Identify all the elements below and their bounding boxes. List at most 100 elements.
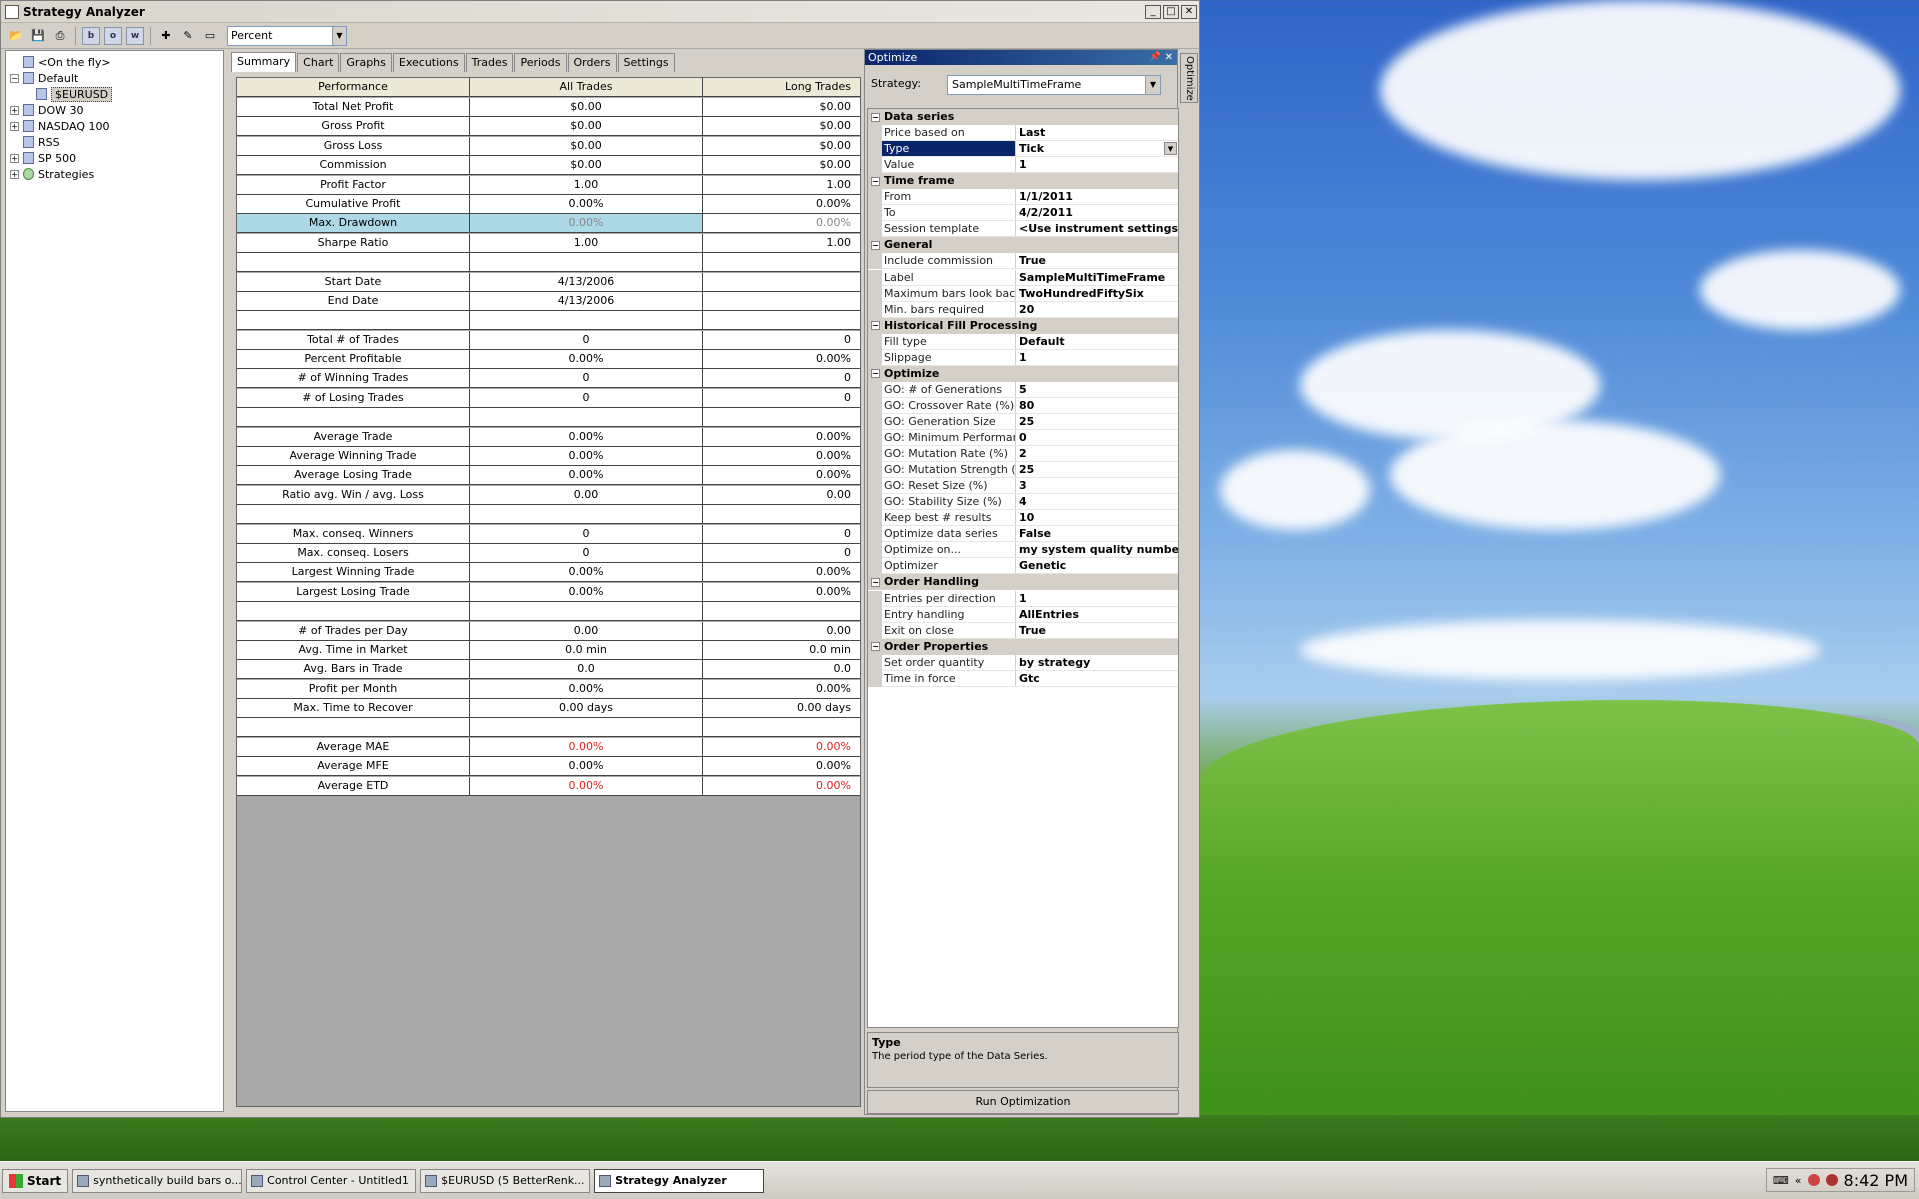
table-row[interactable]: Total Net Profit $0.00 $0.00 — [237, 98, 860, 117]
table-row[interactable]: Commission $0.00 $0.00 — [237, 156, 860, 176]
collapse-icon[interactable]: − — [871, 369, 880, 379]
property-row[interactable]: Exit on close True — [868, 622, 1178, 639]
table-row[interactable]: Average MAE 0.00% 0.00% — [237, 737, 860, 757]
tree-node[interactable]: RSS — [10, 134, 60, 150]
chevron-down-icon[interactable]: ▼ — [332, 26, 346, 45]
table-row[interactable]: Avg. Time in Market 0.0 min 0.0 min — [237, 640, 860, 660]
taskbar-button[interactable]: synthetically build bars o... — [72, 1168, 243, 1193]
tab-graphs[interactable]: Graphs — [340, 53, 392, 72]
run-optimization-button[interactable]: Run Optimization — [867, 1090, 1179, 1114]
property-value[interactable]: Tick ▼ — [1016, 141, 1178, 156]
property-row[interactable]: Keep best # results 10 — [868, 510, 1178, 527]
table-row[interactable] — [237, 311, 860, 331]
tree-node[interactable]: <On the fly> — [10, 54, 111, 70]
chevron-left-icon[interactable]: « — [1795, 1174, 1802, 1187]
collapse-icon[interactable]: − — [871, 240, 880, 250]
property-value[interactable]: 4/2/2011 — [1016, 205, 1178, 220]
property-row[interactable]: Optimize data series False — [868, 526, 1178, 543]
property-value[interactable]: False — [1016, 526, 1178, 541]
chevron-down-icon[interactable]: ▼ — [1164, 142, 1177, 156]
property-row[interactable]: Optimize on... my system quality number — [868, 542, 1178, 559]
property-category[interactable]: − Time frame — [868, 173, 1178, 190]
property-row[interactable]: Label SampleMultiTimeFrame — [868, 269, 1178, 286]
collapse-icon[interactable]: − — [871, 112, 880, 122]
expand-icon[interactable]: + — [10, 121, 19, 131]
property-row[interactable]: GO: Reset Size (%) 3 — [868, 478, 1178, 495]
property-value[interactable]: Gtc — [1016, 671, 1178, 686]
tree-node[interactable]: $EURUSD — [36, 86, 113, 102]
property-value[interactable]: 2 — [1016, 446, 1178, 461]
table-row[interactable]: Average Trade 0.00% 0.00% — [237, 427, 860, 447]
close-button[interactable]: ✕ — [1181, 4, 1197, 19]
collapse-icon[interactable]: − — [871, 577, 880, 587]
property-row[interactable]: GO: # of Generations 5 — [868, 381, 1178, 398]
collapse-icon[interactable]: − — [871, 176, 880, 186]
property-value[interactable]: 1 — [1016, 350, 1178, 365]
remove-icon[interactable]: ▭ — [201, 27, 219, 45]
table-row[interactable]: Percent Profitable 0.00% 0.00% — [237, 350, 860, 370]
property-row[interactable]: Maximum bars look back TwoHundredFiftySix — [868, 285, 1178, 302]
tree-node[interactable]: + NASDAQ 100 — [10, 118, 110, 134]
optimize-side-tab[interactable]: Optimize — [1180, 53, 1198, 103]
property-row[interactable]: Time in force Gtc — [868, 670, 1178, 687]
property-row[interactable]: Session template <Use instrument settings… — [868, 221, 1178, 238]
taskbar-button[interactable]: Strategy Analyzer — [594, 1168, 765, 1193]
tree-node[interactable]: + Strategies — [10, 166, 94, 182]
property-row[interactable]: GO: Mutation Rate (%) 2 — [868, 446, 1178, 463]
table-row[interactable] — [237, 602, 860, 622]
property-value[interactable]: True — [1016, 623, 1178, 638]
property-value[interactable]: 25 — [1016, 414, 1178, 429]
property-value[interactable]: Last — [1016, 125, 1178, 140]
property-row[interactable]: From 1/1/2011 — [868, 189, 1178, 206]
table-row[interactable]: Max. conseq. Losers 0 0 — [237, 543, 860, 563]
tab-settings[interactable]: Settings — [617, 53, 675, 72]
keyboard-icon[interactable]: ⌨ — [1773, 1174, 1789, 1187]
property-row[interactable]: Price based on Last — [868, 125, 1178, 142]
table-row[interactable]: Average ETD 0.00% 0.00% — [237, 776, 860, 796]
collapse-icon[interactable]: − — [10, 73, 19, 83]
shield-icon[interactable] — [1807, 1174, 1820, 1186]
property-row[interactable]: GO: Minimum Performance0 — [868, 430, 1178, 446]
property-row[interactable]: Entry handling AllEntries — [868, 606, 1178, 623]
maximize-button[interactable]: □ — [1163, 4, 1179, 19]
property-row[interactable]: Value 1 — [868, 157, 1178, 174]
property-row[interactable]: GO: Generation Size 25 — [868, 413, 1178, 430]
clock[interactable]: 8:42 PM — [1844, 1171, 1908, 1190]
property-category[interactable]: − Order Properties — [868, 638, 1178, 655]
title-bar[interactable]: Strategy Analyzer _ □ ✕ — [1, 1, 1199, 23]
table-row[interactable]: Profit Factor 1.00 1.00 — [237, 175, 860, 195]
property-row[interactable]: Entries per direction 1 — [868, 590, 1178, 607]
table-row[interactable]: Average Winning Trade 0.00% 0.00% — [237, 447, 860, 467]
table-row[interactable]: Largest Winning Trade 0.00% 0.00% — [237, 563, 860, 583]
property-value[interactable]: <Use instrument settings> — [1016, 221, 1178, 236]
property-value[interactable]: Genetic — [1016, 558, 1178, 573]
property-row[interactable]: GO: Mutation Strength (%) 25 — [868, 462, 1178, 479]
tree-node[interactable]: − Default — [10, 70, 78, 86]
tab-trades[interactable]: Trades — [465, 53, 514, 72]
table-row[interactable]: Average MFE 0.00% 0.00% — [237, 757, 860, 777]
collapse-icon[interactable]: − — [871, 642, 880, 652]
property-value[interactable]: 5 — [1016, 382, 1178, 397]
table-row[interactable]: Total # of Trades 0 0 — [237, 330, 860, 350]
table-row[interactable]: Cumulative Profit 0.00% 0.00% — [237, 194, 860, 214]
collapse-icon[interactable]: − — [871, 321, 880, 331]
open-folder-icon[interactable]: 📂 — [7, 27, 25, 45]
property-value[interactable]: AllEntries — [1016, 607, 1178, 622]
property-category[interactable]: − Optimize — [868, 365, 1178, 382]
table-row[interactable]: Gross Loss $0.00 $0.00 — [237, 136, 860, 156]
property-value[interactable]: TwoHundredFiftySix — [1016, 286, 1178, 301]
save-icon[interactable]: 💾 — [29, 27, 47, 45]
tab-executions[interactable]: Executions — [392, 53, 465, 72]
property-value[interactable]: 25 — [1016, 462, 1178, 477]
minimize-button[interactable]: _ — [1145, 4, 1161, 19]
table-row[interactable]: Ratio avg. Win / avg. Loss 0.00 0.00 — [237, 485, 860, 505]
column-header[interactable]: Performance — [237, 78, 470, 97]
table-row[interactable]: # of Losing Trades 0 0 — [237, 388, 860, 408]
close-icon[interactable]: ✕ — [1165, 50, 1173, 65]
backtest-button[interactable]: b — [82, 26, 100, 45]
tree-node[interactable]: + DOW 30 — [10, 102, 84, 118]
property-row[interactable]: Optimizer Genetic — [868, 558, 1178, 575]
pin-icon[interactable]: 📌 — [1150, 50, 1161, 65]
property-row[interactable]: Type Tick ▼ — [868, 141, 1178, 158]
tab-summary[interactable]: Summary — [231, 52, 297, 72]
